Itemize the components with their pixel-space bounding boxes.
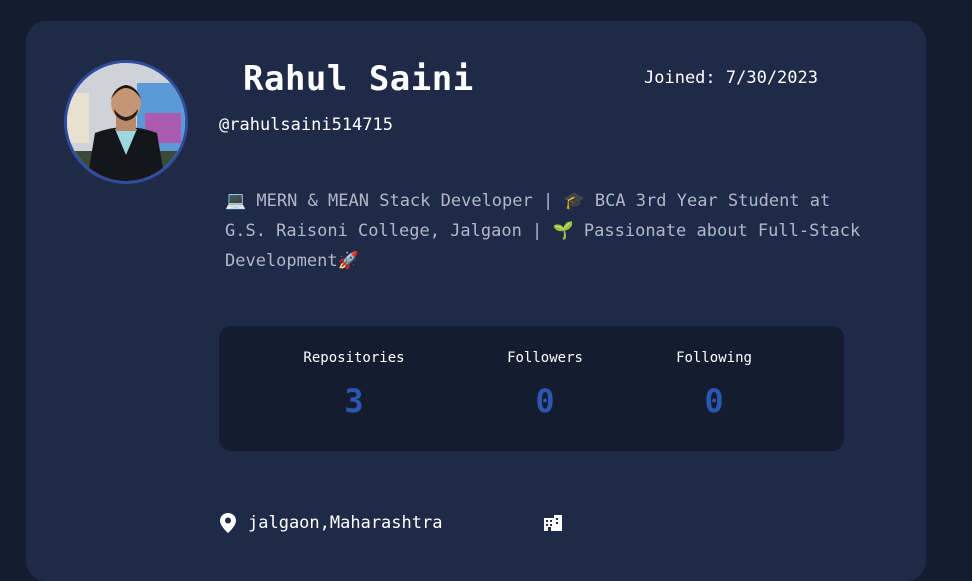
stat-following-label: Following [676, 350, 752, 366]
avatar [64, 60, 188, 184]
profile-name: Rahul Saini [243, 59, 474, 99]
joined-date: Joined: 7/30/2023 [644, 68, 818, 88]
profile-card: Rahul Saini Joined: 7/30/2023 @rahulsain… [26, 21, 926, 581]
stat-following-value: 0 [704, 382, 724, 420]
stat-followers: Followers 0 [475, 350, 615, 420]
location-row: jalgaon,Maharashtra [220, 513, 442, 533]
user-photo-icon [67, 63, 185, 181]
map-pin-icon [220, 513, 236, 533]
stat-followers-label: Followers [507, 350, 583, 366]
stats-panel: Repositories 3 Followers 0 Following 0 [219, 326, 844, 451]
stat-following: Following 0 [644, 350, 784, 420]
stat-repositories: Repositories 3 [284, 350, 424, 420]
building-icon [544, 515, 562, 535]
stat-repositories-label: Repositories [303, 350, 405, 366]
stat-repositories-value: 3 [344, 382, 364, 420]
stat-followers-value: 0 [535, 382, 555, 420]
location-text: jalgaon,Maharashtra [248, 513, 443, 533]
profile-handle-link[interactable]: @rahulsaini514715 [219, 115, 393, 135]
profile-bio: 💻 MERN & MEAN Stack Developer | 🎓 BCA 3r… [225, 191, 861, 271]
